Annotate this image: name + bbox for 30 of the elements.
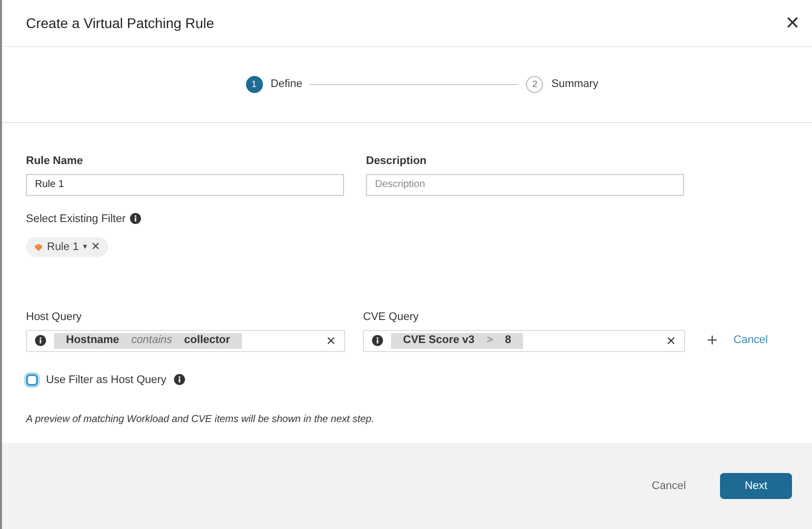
info-icon bbox=[130, 213, 141, 224]
close-button[interactable]: ✕ bbox=[781, 10, 804, 36]
field-label: CVE Query bbox=[363, 310, 420, 325]
rule-name-input[interactable]: Rule 1 bbox=[26, 174, 344, 196]
cancel-button[interactable]: Cancel bbox=[652, 478, 686, 494]
next-button[interactable]: Next bbox=[720, 473, 792, 499]
query-field[interactable]: CVE Score v3 > 8 ✕ bbox=[363, 330, 685, 352]
filter-chip[interactable]: Rule 1 ▾ ✕ bbox=[26, 237, 108, 257]
step[interactable]: 2 Summary bbox=[526, 76, 598, 93]
info-icon bbox=[372, 335, 383, 346]
field-label: Rule Name bbox=[26, 154, 84, 169]
preview-note: A preview of matching Workload and CVE items will be shown in the next step. bbox=[26, 413, 376, 427]
query-field[interactable]: Hostname contains collector ✕ bbox=[26, 330, 345, 352]
field-label: Description bbox=[366, 154, 428, 169]
clear-button[interactable]: ✕ bbox=[666, 332, 676, 350]
info-icon bbox=[174, 374, 186, 386]
cancel-link[interactable]: Cancel bbox=[734, 332, 768, 349]
field-label: Host Query bbox=[26, 310, 83, 325]
dialog-title: Create a Virtual Patching Rule bbox=[26, 14, 214, 33]
query-token[interactable]: Hostname contains collector bbox=[54, 332, 242, 348]
query-token[interactable]: CVE Score v3 > 8 bbox=[391, 332, 524, 348]
description-input[interactable]: Description bbox=[366, 174, 684, 196]
info-icon bbox=[35, 335, 46, 346]
checkbox-label: Use Filter as Host Query bbox=[46, 372, 166, 388]
step[interactable]: 1 Define bbox=[246, 76, 302, 93]
checkbox[interactable] bbox=[26, 374, 38, 386]
filter-icon bbox=[34, 242, 43, 252]
add-button[interactable]: + bbox=[707, 327, 718, 354]
field-label: Select Existing Filter bbox=[26, 212, 126, 226]
clear-button[interactable]: ✕ bbox=[326, 332, 336, 350]
